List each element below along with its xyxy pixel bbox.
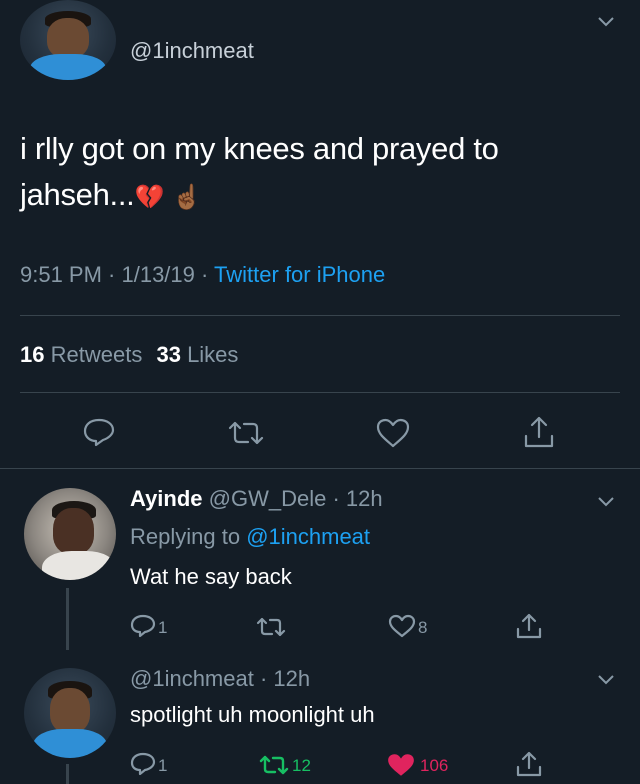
reply-icon[interactable] (82, 417, 116, 447)
share-icon[interactable] (522, 414, 556, 450)
reply1-header: Ayinde @GW_Dele · 12h (130, 486, 383, 512)
main-tweet-text-line2: jahseh...💔 ☝🏾 (20, 177, 203, 212)
chevron-down-icon[interactable] (594, 492, 618, 512)
pointing-up-emoji: ☝🏾 (172, 184, 203, 211)
main-tweet-handle[interactable]: @1inchmeat (130, 38, 254, 64)
share-icon[interactable] (515, 612, 543, 640)
reply2-retweet-count: 12 (292, 756, 311, 775)
reply1-replying-to: Replying to @1inchmeat (130, 524, 371, 549)
reply2-text: spotlight uh moonlight uh (130, 702, 375, 727)
retweet-icon[interactable] (255, 616, 287, 638)
retweets-count[interactable]: 16 (20, 342, 44, 367)
avatar-reply1[interactable] (24, 488, 116, 580)
share-icon[interactable] (515, 750, 543, 778)
tweet-source-link[interactable]: Twitter for iPhone (214, 262, 385, 287)
broken-heart-emoji: 💔 (134, 184, 165, 211)
divider (20, 392, 620, 393)
reply2-thread-line (66, 764, 69, 784)
reply-icon[interactable] (130, 614, 156, 638)
likes-count[interactable]: 33 (156, 342, 180, 367)
main-tweet-text-line1: i rlly got on my knees and prayed to (20, 131, 499, 166)
reply2-like-count: 106 (420, 756, 449, 775)
reply1-reply-count: 1 (158, 618, 168, 637)
reply1-text: Wat he say back (130, 564, 292, 589)
like-icon[interactable] (388, 614, 416, 638)
reply1-name[interactable]: Ayinde (130, 486, 203, 511)
retweets-label[interactable]: Retweets (51, 342, 143, 367)
avatar-main[interactable] (20, 0, 116, 80)
retweet-icon[interactable] (226, 420, 266, 446)
reply-icon[interactable] (130, 752, 156, 776)
reply2-reply-count: 1 (158, 756, 168, 775)
divider (0, 468, 640, 469)
avatar-reply2[interactable] (24, 668, 116, 758)
reply1-thread-line (66, 588, 69, 650)
like-icon-active[interactable] (386, 752, 416, 778)
main-tweet-timestamp: 9:51 PM · 1/13/19 · Twitter for iPhone (20, 262, 386, 287)
likes-label[interactable]: Likes (187, 342, 238, 367)
chevron-down-icon[interactable] (594, 670, 618, 690)
divider (20, 315, 620, 316)
chevron-down-icon[interactable] (594, 12, 618, 32)
main-tweet-text: i rlly got on my knees and prayed to jah… (20, 126, 620, 221)
replying-to-link[interactable]: @1inchmeat (246, 524, 370, 549)
retweet-icon-active[interactable] (258, 754, 290, 776)
reply1-like-count: 8 (418, 618, 428, 637)
like-icon[interactable] (375, 417, 411, 449)
main-tweet-stats: 16 Retweets 33 Likes (20, 342, 238, 368)
reply1-meta[interactable]: @GW_Dele · 12h (209, 486, 383, 511)
reply2-meta[interactable]: @1inchmeat · 12h (130, 666, 310, 692)
